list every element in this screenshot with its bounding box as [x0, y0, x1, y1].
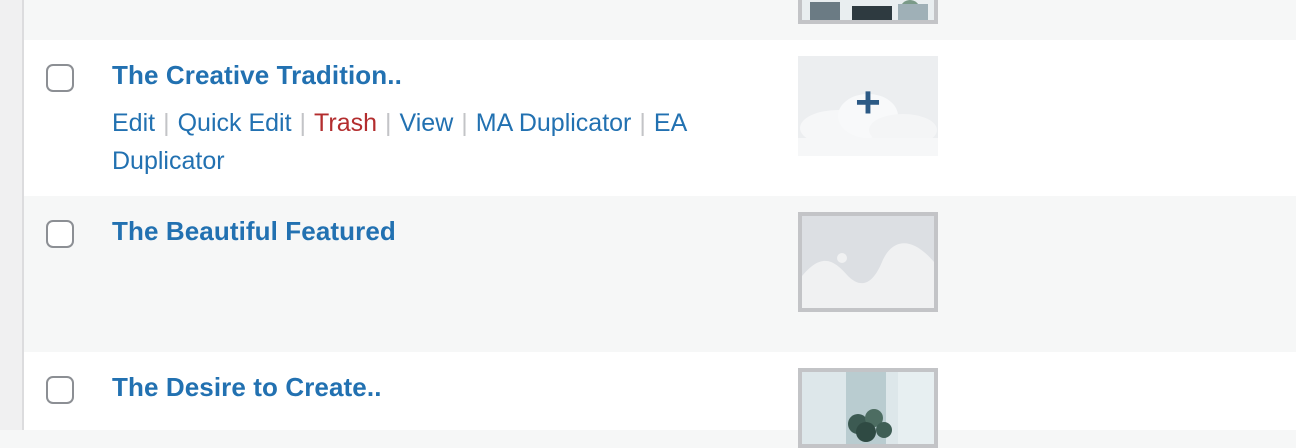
posts-table: The Creative Tradition.. Edit | Quick Edit…	[24, 0, 1296, 448]
post-title-link[interactable]: The Beautiful Featured	[112, 216, 396, 247]
separator: |	[299, 109, 307, 137]
post-thumbnail[interactable]	[798, 368, 938, 448]
view-link[interactable]: View	[400, 109, 454, 137]
quick-edit-link[interactable]: Quick Edit	[178, 109, 292, 137]
add-thumbnail-button[interactable]: +	[798, 56, 938, 156]
post-title-link[interactable]: The Desire to Create..	[112, 372, 382, 403]
row-select-checkbox[interactable]	[46, 220, 74, 248]
row-select-checkbox[interactable]	[46, 376, 74, 404]
table-row: The Desire to Create..	[24, 352, 1296, 448]
table-row: The Creative Tradition.. Edit | Quick Edit…	[24, 40, 1296, 196]
plus-icon: +	[855, 78, 881, 127]
separator: |	[461, 109, 468, 137]
admin-menu-edge	[0, 0, 24, 430]
post-thumbnail[interactable]	[798, 0, 938, 24]
separator: |	[385, 109, 392, 137]
image-placeholder-icon	[802, 216, 934, 308]
post-title-link[interactable]: The Creative Tradition..	[112, 60, 402, 91]
ma-duplicator-link[interactable]: MA Duplicator	[476, 109, 632, 137]
separator: |	[639, 109, 646, 137]
separator: |	[163, 109, 170, 137]
row-actions: Edit | Quick Edit | Trash | View | MA Duplicator…	[112, 104, 752, 180]
trash-link[interactable]: Trash	[314, 109, 377, 137]
table-row	[24, 0, 1296, 40]
row-select-checkbox[interactable]	[46, 64, 74, 92]
office-photo	[802, 0, 934, 20]
plant-photo	[802, 372, 934, 444]
table-row: The Beautiful Featured	[24, 196, 1296, 352]
post-thumbnail[interactable]	[798, 212, 938, 312]
edit-link[interactable]: Edit	[112, 109, 155, 137]
